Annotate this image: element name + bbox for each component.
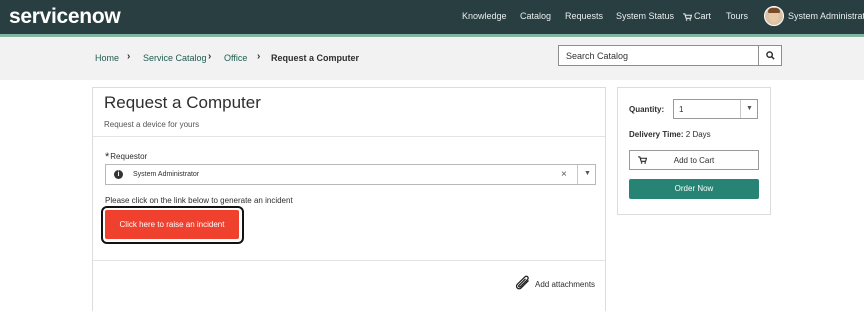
delivery-time-value: 2 Days: [685, 130, 711, 139]
page-title: Request a Computer: [104, 93, 261, 112]
info-icon[interactable]: i: [114, 170, 123, 179]
raise-incident-button[interactable]: Click here to raise an incident: [105, 210, 239, 239]
search-catalog-input[interactable]: Search Catalog: [558, 45, 759, 66]
required-mark: *: [105, 151, 110, 163]
page-subtitle: Request a device for yours: [104, 120, 200, 129]
clear-icon[interactable]: ×: [561, 169, 567, 180]
nav-cart-label: Cart: [694, 11, 712, 21]
requestor-field[interactable]: i System Administrator × ▼: [105, 164, 596, 185]
breadcrumb-home[interactable]: Home: [95, 53, 119, 63]
requestor-value: System Administrator: [133, 171, 200, 178]
nav-catalog[interactable]: Catalog: [520, 11, 551, 21]
breadcrumb-current: Request a Computer: [271, 53, 360, 63]
breadcrumb-service-catalog[interactable]: Service Catalog: [143, 53, 207, 63]
requestor-label-text: Requestor: [110, 152, 148, 161]
breadcrumb-chevron-icon: ›: [257, 51, 261, 62]
quantity-value: 1: [679, 105, 684, 114]
field-divider: [577, 165, 578, 184]
cart-icon: [683, 12, 692, 21]
paperclip-icon[interactable]: [513, 275, 530, 290]
nav-system-status[interactable]: System Status: [616, 11, 674, 21]
nav-requests[interactable]: Requests: [565, 11, 603, 21]
requestor-label: *Requestor: [105, 150, 148, 163]
nav-cart[interactable]: Cart: [683, 11, 711, 21]
breadcrumb-chevron-icon: ›: [127, 51, 131, 62]
breadcrumb-office[interactable]: Office: [224, 53, 247, 63]
chevron-down-icon[interactable]: ▼: [584, 170, 591, 177]
breadcrumb-chevron-icon: ›: [208, 51, 212, 62]
add-to-cart-button[interactable]: Add to Cart: [629, 150, 759, 170]
servicenow-logo[interactable]: servicenow: [9, 5, 121, 29]
select-divider: [740, 100, 741, 118]
search-button[interactable]: [758, 45, 782, 66]
quantity-select[interactable]: 1 ▼: [673, 99, 758, 119]
add-attachments-link[interactable]: Add attachments: [535, 280, 595, 289]
user-avatar[interactable]: [764, 6, 784, 26]
attachments-divider: [93, 260, 605, 261]
delivery-time: Delivery Time: 2 Days: [629, 130, 711, 139]
nav-user-name[interactable]: System Administrator: [788, 11, 864, 21]
search-icon: [765, 51, 775, 60]
delivery-time-label: Delivery Time:: [629, 130, 684, 139]
chevron-down-icon: ▼: [746, 105, 753, 112]
add-to-cart-label: Add to Cart: [673, 156, 715, 165]
incident-instruction: Please click on the link below to genera…: [105, 196, 293, 205]
quantity-label: Quantity:: [629, 105, 665, 114]
nav-tours[interactable]: Tours: [726, 11, 748, 21]
form-header-divider: [93, 136, 605, 137]
order-now-button[interactable]: Order Now: [629, 179, 759, 199]
nav-knowledge[interactable]: Knowledge: [462, 11, 507, 21]
